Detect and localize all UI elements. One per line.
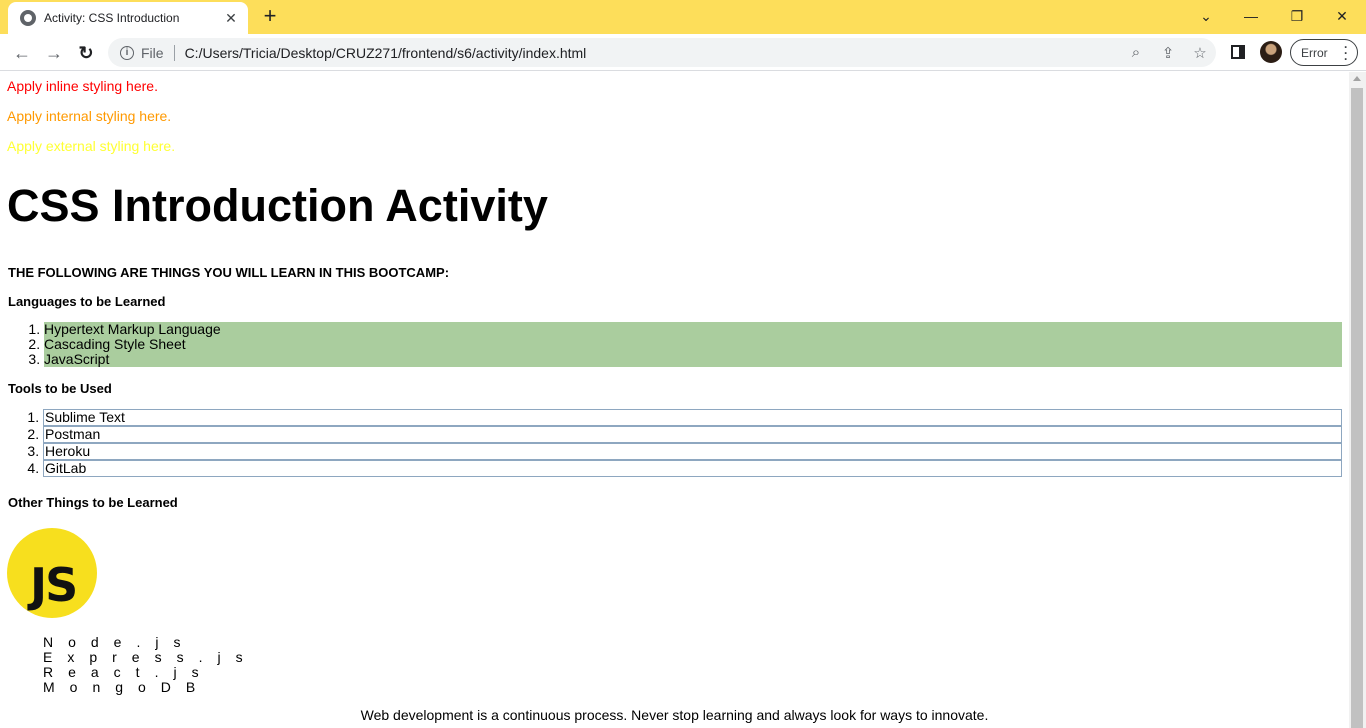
restore-icon[interactable]: ❐ [1277, 2, 1317, 30]
side-panel-icon[interactable] [1231, 45, 1245, 59]
languages-list: Hypertext Markup Language Cascading Styl… [7, 322, 1342, 367]
list-item: Sublime Text [43, 409, 1342, 426]
error-label: Error [1301, 45, 1328, 60]
bookmark-star-icon[interactable]: ☆ [1184, 44, 1216, 62]
list-item: Postman [43, 426, 1342, 443]
vertical-scrollbar[interactable] [1349, 72, 1366, 728]
list-item: Express.js [43, 649, 258, 665]
globe-icon [20, 10, 36, 26]
scrollbar-thumb[interactable] [1351, 88, 1363, 728]
tab-title: Activity: CSS Introduction [44, 11, 180, 25]
back-icon[interactable]: ← [8, 39, 36, 67]
things-heading: THE FOLLOWING ARE THINGS YOU WILL LEARN … [8, 265, 450, 280]
minimize-icon[interactable]: — [1231, 2, 1271, 30]
inline-styling-text: Apply inline styling here. [7, 78, 158, 94]
profile-avatar[interactable] [1260, 41, 1282, 63]
page-title: CSS Introduction Activity [7, 180, 548, 231]
list-item: GitLab [43, 460, 1342, 477]
url-scheme: File [141, 44, 164, 61]
logo-text: JS [30, 558, 78, 612]
tab-bar: Activity: CSS Introduction ✕ + ⌄ — ❐ ✕ [0, 0, 1366, 34]
error-button[interactable]: Error · · · [1290, 39, 1358, 66]
share-icon[interactable]: ⇪ [1152, 44, 1184, 62]
languages-heading: Languages to be Learned [8, 294, 166, 309]
other-list: Node.js Express.js React.js MongoDB [43, 635, 258, 695]
zoom-icon[interactable]: ⌕ [1120, 44, 1152, 61]
list-item: Hypertext Markup Language [44, 322, 1342, 337]
url-text[interactable]: C:/Users/Tricia/Desktop/CRUZ271/frontend… [185, 45, 1120, 61]
footer-text: Web development is a continuous process.… [360, 707, 989, 723]
list-item: Heroku [43, 443, 1342, 460]
other-heading: Other Things to be Learned [8, 495, 178, 510]
page-content: Apply inline styling here. Apply interna… [0, 72, 1349, 728]
tools-list: Sublime Text Postman Heroku GitLab [7, 409, 1342, 477]
internal-styling-text: Apply internal styling here. [7, 108, 172, 124]
browser-tab[interactable]: Activity: CSS Introduction ✕ [8, 2, 248, 34]
list-item: Cascading Style Sheet [44, 337, 1342, 352]
javascript-logo: JS [7, 528, 97, 618]
scroll-up-icon[interactable] [1353, 76, 1361, 81]
browser-toolbar: ← → ↻ i File C:/Users/Tricia/Desktop/CRU… [0, 34, 1366, 71]
tools-heading: Tools to be Used [8, 381, 112, 396]
list-item: MongoDB [43, 679, 211, 695]
list-item: JavaScript [44, 352, 1342, 367]
tab-search-icon[interactable]: ⌄ [1186, 2, 1226, 30]
external-styling-text: Apply external styling here. [7, 138, 176, 154]
address-bar[interactable]: i File C:/Users/Tricia/Desktop/CRUZ271/f… [108, 38, 1216, 67]
close-tab-icon[interactable]: ✕ [222, 10, 240, 27]
more-vert-icon[interactable]: · · · [1344, 41, 1348, 65]
forward-icon[interactable]: → [40, 39, 68, 67]
info-icon[interactable]: i [120, 45, 134, 60]
list-item: Node.js [43, 634, 196, 650]
list-item: React.js [43, 664, 214, 680]
reload-icon[interactable]: ↻ [72, 39, 100, 67]
new-tab-button[interactable]: + [258, 4, 282, 28]
window-close-icon[interactable]: ✕ [1322, 2, 1362, 30]
divider [173, 44, 175, 61]
